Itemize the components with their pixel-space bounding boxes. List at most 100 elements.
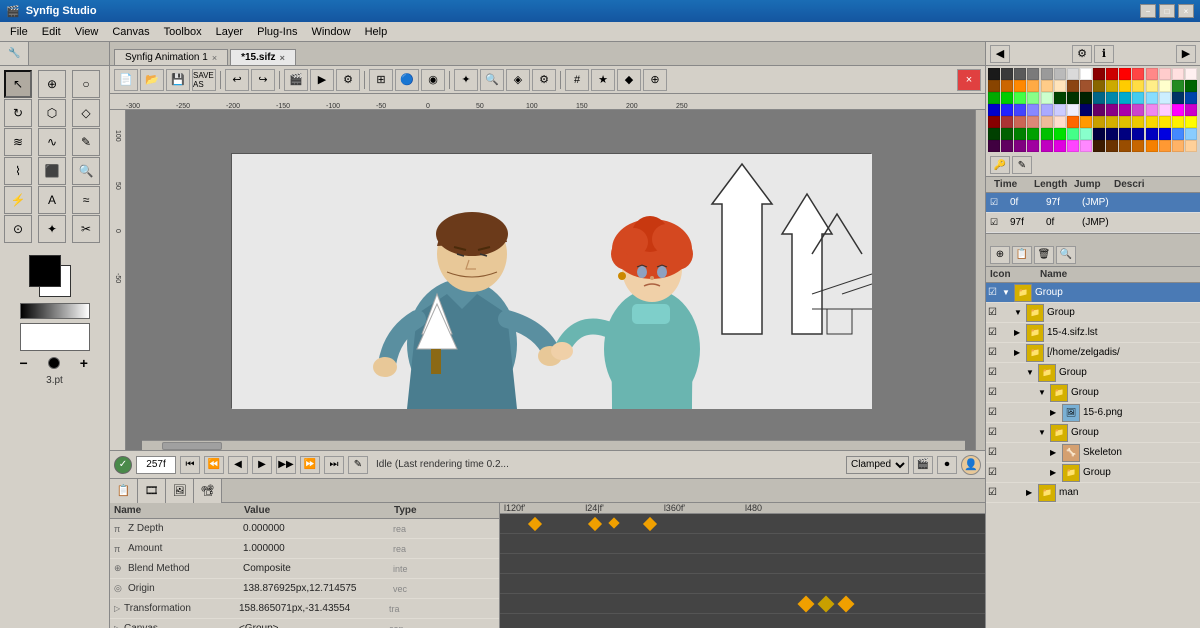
layer-expand-2[interactable]: ▼ <box>1014 308 1026 317</box>
palette-cell-108[interactable] <box>1146 140 1158 152</box>
palette-cell-42[interactable] <box>1119 92 1131 104</box>
tool-pencil[interactable]: ✎ <box>72 128 100 156</box>
tool-polygon[interactable]: ⬡ <box>38 99 66 127</box>
palette-cell-19[interactable] <box>1027 80 1039 92</box>
palette-cell-75[interactable] <box>1132 116 1144 128</box>
palette-cell-52[interactable] <box>1041 104 1053 116</box>
dot-button[interactable] <box>48 357 60 369</box>
palette-cell-28[interactable] <box>1146 80 1158 92</box>
wp-check-1[interactable]: ☑ <box>990 197 1006 208</box>
keyframe-1b[interactable] <box>588 517 602 531</box>
palette-cell-54[interactable] <box>1067 104 1079 116</box>
palette-cell-77[interactable] <box>1159 116 1171 128</box>
palette-cell-31[interactable] <box>1185 80 1197 92</box>
tb-misc2[interactable]: ⚙ <box>532 69 556 91</box>
palette-cell-58[interactable] <box>1119 104 1131 116</box>
layer-check-3[interactable]: ☑ <box>988 327 1002 338</box>
prop-transform-expand[interactable]: ▷ <box>114 604 124 613</box>
tb-close-canvas[interactable]: × <box>957 69 981 91</box>
tab-sifz-close[interactable]: × <box>280 53 285 63</box>
menu-view[interactable]: View <box>69 24 105 40</box>
timeline-tab-render[interactable]: 🖼 <box>166 479 194 503</box>
layer-expand-8[interactable]: ▼ <box>1038 428 1050 437</box>
prop-canvas[interactable]: ▷ Canvas <Group> can <box>110 619 499 628</box>
palette-cell-4[interactable] <box>1041 68 1053 80</box>
palette-cell-2[interactable] <box>1014 68 1026 80</box>
panel-nav-icon2[interactable]: ℹ <box>1094 45 1114 63</box>
tool-transform[interactable]: ↖ <box>4 70 32 98</box>
palette-cell-109[interactable] <box>1159 140 1171 152</box>
palette-cell-61[interactable] <box>1159 104 1171 116</box>
palette-cell-15[interactable] <box>1185 68 1197 80</box>
palette-cell-95[interactable] <box>1185 128 1197 140</box>
palette-cell-68[interactable] <box>1041 116 1053 128</box>
palette-cell-45[interactable] <box>1159 92 1171 104</box>
layer-row-man[interactable]: ☑ ▶ 📁 man <box>986 483 1200 503</box>
prop-zdepth[interactable]: π Z Depth 0.000000 rea <box>110 519 499 539</box>
palette-cell-92[interactable] <box>1146 128 1158 140</box>
palette-cell-90[interactable] <box>1119 128 1131 140</box>
palette-cell-23[interactable] <box>1080 80 1092 92</box>
maximize-button[interactable]: □ <box>1159 4 1175 18</box>
tb-save-as[interactable]: SAVE AS <box>192 69 216 91</box>
tool-smooth[interactable]: ⊕ <box>38 70 66 98</box>
layer-check-1[interactable]: ☑ <box>988 287 1002 298</box>
palette-cell-22[interactable] <box>1067 80 1079 92</box>
menu-window[interactable]: Window <box>305 24 356 40</box>
layers-tb-dup[interactable]: 📋 <box>1012 246 1032 264</box>
tool-circle[interactable]: ○ <box>72 70 100 98</box>
palette-cell-38[interactable] <box>1067 92 1079 104</box>
palette-cell-79[interactable] <box>1185 116 1197 128</box>
layer-expand-6[interactable]: ▼ <box>1038 388 1050 397</box>
close-button[interactable]: × <box>1178 4 1194 18</box>
palette-cell-56[interactable] <box>1093 104 1105 116</box>
toolbox-tab-tools[interactable]: 🔧 <box>0 42 29 65</box>
palette-cell-39[interactable] <box>1080 92 1092 104</box>
prop-amount[interactable]: π Amount 1.000000 rea <box>110 539 499 559</box>
palette-cell-74[interactable] <box>1119 116 1131 128</box>
canvas-hscroll[interactable] <box>142 440 965 450</box>
palette-cell-85[interactable] <box>1054 128 1066 140</box>
tb-preview[interactable]: ▶ <box>310 69 334 91</box>
menu-help[interactable]: Help <box>359 24 394 40</box>
tb-star[interactable]: ★ <box>591 69 615 91</box>
frame-fwd[interactable]: ⏩ <box>300 456 320 474</box>
layer-row-group-2[interactable]: ☑ ▼ 📁 Group <box>986 303 1200 323</box>
palette-cell-64[interactable] <box>988 116 1000 128</box>
layer-check-4[interactable]: ☑ <box>988 347 1002 358</box>
frame-fwd-end[interactable]: ⏭ <box>324 456 344 474</box>
prop-transform[interactable]: ▷ Transformation 158.865071px,-31.43554 … <box>110 599 499 619</box>
palette-cell-17[interactable] <box>1001 80 1013 92</box>
play-button[interactable]: ▶ <box>252 456 272 474</box>
palette-cell-0[interactable] <box>988 68 1000 80</box>
panel-tool-1[interactable]: 🔑 <box>990 156 1010 174</box>
palette-cell-8[interactable] <box>1093 68 1105 80</box>
palette-cell-24[interactable] <box>1093 80 1105 92</box>
palette-cell-65[interactable] <box>1001 116 1013 128</box>
layer-row-group-main[interactable]: ☑ ▼ 📁 Group <box>986 283 1200 303</box>
layers-tb-del[interactable]: 🗑 <box>1034 246 1054 264</box>
palette-cell-5[interactable] <box>1054 68 1066 80</box>
tab-sifz[interactable]: *15.sifz × <box>230 49 296 65</box>
layer-expand-9[interactable]: ▶ <box>1050 448 1062 457</box>
palette-cell-96[interactable] <box>988 140 1000 152</box>
tool-diamond[interactable]: ◇ <box>72 99 100 127</box>
menu-toolbox[interactable]: Toolbox <box>158 24 208 40</box>
tool-mirror[interactable]: ⚡ <box>4 186 32 214</box>
tab-animation1[interactable]: Synfig Animation 1 × <box>114 49 228 65</box>
palette-cell-12[interactable] <box>1146 68 1158 80</box>
layer-row-home[interactable]: ☑ ▶ 📁 [/home/zelgadis/ <box>986 343 1200 363</box>
palette-cell-47[interactable] <box>1185 92 1197 104</box>
palette-cell-3[interactable] <box>1027 68 1039 80</box>
palette-cell-84[interactable] <box>1041 128 1053 140</box>
layer-expand-11[interactable]: ▶ <box>1026 488 1038 497</box>
tb-save[interactable]: 💾 <box>166 69 190 91</box>
palette-cell-103[interactable] <box>1080 140 1092 152</box>
palette-cell-13[interactable] <box>1159 68 1171 80</box>
palette-cell-37[interactable] <box>1054 92 1066 104</box>
tool-cut[interactable]: ✂ <box>72 215 100 243</box>
tb-transform[interactable]: ✦ <box>454 69 478 91</box>
palette-cell-99[interactable] <box>1027 140 1039 152</box>
palette-cell-10[interactable] <box>1119 68 1131 80</box>
layer-expand-4[interactable]: ▶ <box>1014 348 1026 357</box>
